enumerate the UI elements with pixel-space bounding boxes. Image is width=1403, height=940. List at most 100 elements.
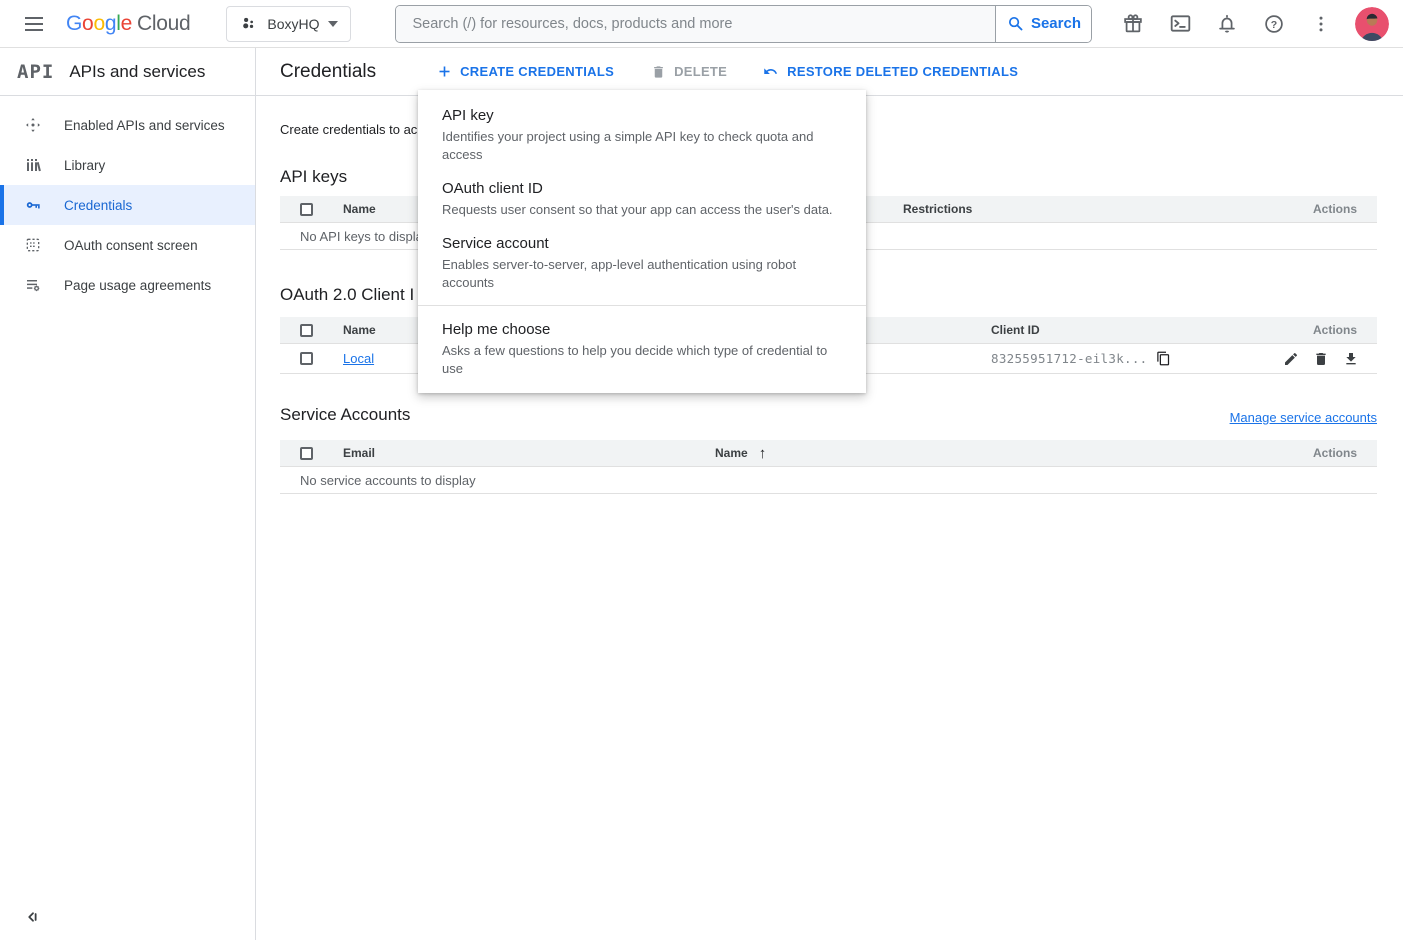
menu-item-help-me-choose[interactable]: Help me choose Asks a few questions to h… (418, 312, 866, 385)
divider (418, 305, 866, 306)
download-client-button[interactable] (1342, 350, 1359, 367)
delete-client-button[interactable] (1312, 350, 1329, 367)
column-header-actions: Actions (1267, 202, 1377, 216)
service-accounts-table: Email Name ↑ Actions No service accounts… (280, 440, 1377, 494)
svg-text:?: ? (1271, 18, 1277, 30)
sidebar: API APIs and services Enabled APIs and s… (0, 48, 256, 940)
sidebar-item-credentials[interactable]: Credentials (0, 185, 255, 225)
trash-icon (1313, 351, 1329, 367)
select-all-checkbox[interactable] (300, 447, 313, 460)
service-accounts-heading: Service Accounts (280, 405, 410, 425)
sidebar-title: APIs and services (69, 62, 205, 82)
column-header-actions: Actions (1247, 323, 1377, 337)
api-product-logo: API (17, 61, 54, 83)
menu-item-title: API key (442, 105, 842, 126)
logo-letter: o (93, 13, 104, 34)
help-icon: ? (1263, 13, 1285, 35)
pencil-icon (1283, 351, 1299, 367)
service-accounts-empty-text: No service accounts to display (280, 467, 1377, 494)
sidebar-item-label: OAuth consent screen (64, 238, 198, 253)
gift-button[interactable] (1120, 11, 1146, 37)
avatar-image (1355, 7, 1389, 41)
sidebar-header: API APIs and services (0, 48, 255, 96)
sidebar-item-page-usage-agreements[interactable]: Page usage agreements (0, 265, 255, 305)
page-header: Credentials CREATE CREDENTIALS DELETE RE… (256, 48, 1403, 96)
trash-icon (651, 64, 666, 80)
sidebar-nav: Enabled APIs and services Library (0, 96, 255, 305)
create-credentials-button[interactable]: CREATE CREDENTIALS (437, 64, 614, 79)
sidebar-item-oauth-consent[interactable]: OAuth consent screen (0, 225, 255, 265)
gift-icon (1122, 13, 1144, 35)
collapse-sidebar-button[interactable] (22, 906, 44, 928)
dashboard-icon (25, 117, 41, 133)
logo-cloud-text: Cloud (137, 13, 190, 34)
hamburger-menu-button[interactable] (14, 4, 54, 44)
oauth-client-name-link[interactable]: Local (343, 351, 374, 366)
search-button-label: Search (1031, 15, 1081, 32)
column-header-actions: Actions (1267, 446, 1377, 460)
menu-item-description: Asks a few questions to help you decide … (442, 342, 842, 378)
service-accounts-header-row: Service Accounts Manage service accounts (280, 405, 1377, 425)
key-icon (25, 197, 41, 213)
more-options-button[interactable] (1308, 11, 1334, 37)
plus-icon (437, 64, 452, 79)
select-all-checkbox[interactable] (300, 324, 313, 337)
sidebar-item-library[interactable]: Library (0, 145, 255, 185)
logo-letter: e (121, 13, 132, 34)
undo-icon (762, 64, 779, 79)
sidebar-item-enabled-apis[interactable]: Enabled APIs and services (0, 105, 255, 145)
row-checkbox[interactable] (300, 352, 313, 365)
menu-item-description: Identifies your project using a simple A… (442, 128, 842, 164)
manage-service-accounts-link[interactable]: Manage service accounts (1230, 410, 1377, 425)
library-icon (25, 157, 41, 173)
sidebar-item-label: Page usage agreements (64, 278, 211, 293)
consent-screen-icon (25, 237, 41, 253)
cloud-shell-icon (1169, 12, 1192, 35)
avatar[interactable] (1355, 7, 1389, 41)
menu-item-oauth-client-id[interactable]: OAuth client ID Requests user consent so… (418, 171, 866, 226)
agreements-icon (25, 277, 41, 293)
menu-item-api-key[interactable]: API key Identifies your project using a … (418, 98, 866, 171)
search-input[interactable] (396, 6, 995, 42)
notifications-button[interactable] (1214, 11, 1240, 37)
page-title: Credentials (280, 61, 376, 83)
restore-label: RESTORE DELETED CREDENTIALS (787, 64, 1018, 79)
oauth-client-id-value: 83255951712-eil3k... (991, 351, 1148, 366)
collapse-sidebar-icon (24, 908, 42, 926)
delete-label: DELETE (674, 64, 727, 79)
help-button[interactable]: ? (1261, 11, 1287, 37)
delete-button[interactable]: DELETE (651, 64, 727, 80)
select-all-checkbox[interactable] (300, 203, 313, 216)
create-credentials-label: CREATE CREDENTIALS (460, 64, 614, 79)
menu-item-service-account[interactable]: Service account Enables server-to-server… (418, 226, 866, 299)
search-icon (1007, 15, 1024, 32)
logo-letter: g (105, 13, 116, 34)
google-cloud-logo: G o o g l e Cloud (66, 13, 190, 34)
copy-icon (1156, 351, 1171, 366)
menu-item-description: Requests user consent so that your app c… (442, 201, 842, 219)
sidebar-item-label: Credentials (64, 198, 132, 213)
column-header-name: Name (715, 446, 748, 460)
more-vertical-icon (1311, 14, 1331, 34)
menu-item-title: Help me choose (442, 319, 842, 340)
download-icon (1343, 351, 1359, 367)
caret-down-icon (328, 21, 338, 27)
column-header-email: Email (324, 446, 696, 460)
sort-asc-icon[interactable]: ↑ (759, 445, 767, 462)
bell-icon (1216, 13, 1238, 35)
logo-letter: o (82, 13, 93, 34)
restore-deleted-credentials-button[interactable]: RESTORE DELETED CREDENTIALS (762, 64, 1018, 79)
menu-item-title: OAuth client ID (442, 178, 842, 199)
copy-client-id-button[interactable] (1156, 351, 1172, 367)
cloud-shell-button[interactable] (1167, 11, 1193, 37)
search-bar: Search (395, 5, 1092, 43)
column-header-client-id: Client ID (972, 323, 1247, 337)
search-button[interactable]: Search (995, 6, 1091, 42)
sidebar-item-label: Enabled APIs and services (64, 118, 225, 133)
create-credentials-menu: API key Identifies your project using a … (418, 90, 866, 393)
column-header-restrictions: Restrictions (884, 202, 1267, 216)
hamburger-icon (25, 17, 43, 31)
edit-client-button[interactable] (1282, 350, 1299, 367)
project-name: BoxyHQ (267, 16, 319, 32)
project-selector[interactable]: BoxyHQ (226, 6, 351, 42)
